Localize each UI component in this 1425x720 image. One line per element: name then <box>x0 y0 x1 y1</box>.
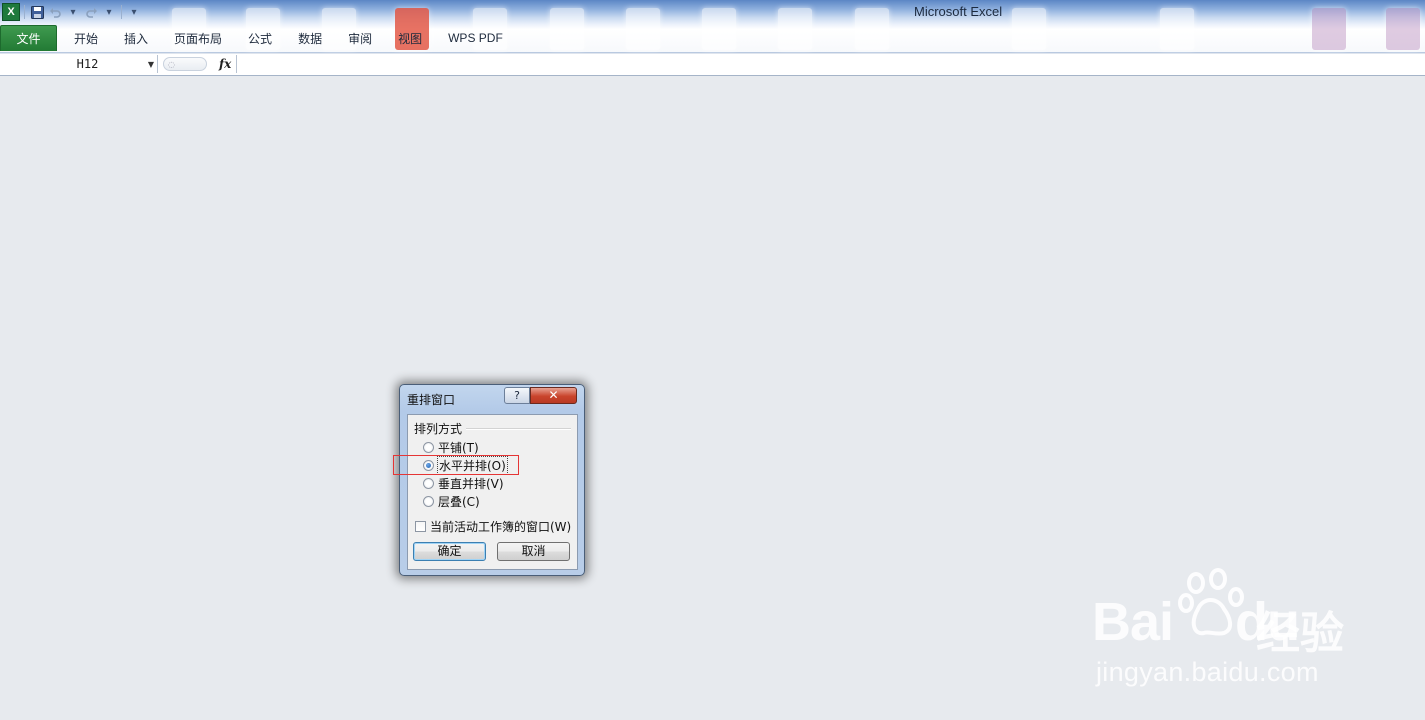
active-workbook-label: 当前活动工作簿的窗口(W) <box>430 520 572 534</box>
formula-controls: ◌ fx <box>161 55 237 73</box>
toolbar-divider <box>24 5 25 19</box>
arrange-windows-dialog: 重排窗口 ? ✕ 排列方式 平铺(T) 水平并排(O) 垂直并排(V) 层叠(C… <box>399 384 585 576</box>
option-tiled-label: 平铺(T) <box>438 441 479 455</box>
option-vertical-label: 垂直并排(V) <box>438 477 504 491</box>
tab-file[interactable]: 文件 <box>0 25 57 51</box>
dialog-body: 排列方式 平铺(T) 水平并排(O) 垂直并排(V) 层叠(C) 当前活动工作簿… <box>407 414 578 570</box>
active-workbook-option[interactable]: 当前活动工作簿的窗口(W) <box>415 518 571 535</box>
help-button[interactable]: ? <box>504 387 530 404</box>
tab-view[interactable]: 视图 <box>387 25 433 51</box>
option-tiled[interactable]: 平铺(T) <box>423 439 479 456</box>
ribbon-tabs: 文件 开始 插入 页面布局 公式 数据 审阅 视图 WPS PDF <box>0 25 514 51</box>
excel-logo-icon[interactable]: X <box>2 3 20 21</box>
ribbon-ghost-icon <box>1012 8 1046 50</box>
highlight-annotation <box>393 455 519 475</box>
undo-icon[interactable] <box>47 4 63 20</box>
customize-toolbar-icon[interactable]: ▾ <box>126 4 142 20</box>
toolbar-divider <box>121 5 122 19</box>
formula-input[interactable] <box>238 55 1423 73</box>
active-workbook-checkbox[interactable] <box>415 521 426 532</box>
tab-wps-pdf[interactable]: WPS PDF <box>437 25 514 51</box>
option-cascade-label: 层叠(C) <box>438 495 480 509</box>
ribbon-ghost-icon <box>778 8 812 50</box>
ribbon-ghost-icon <box>855 8 889 50</box>
radio-vertical[interactable] <box>423 478 434 489</box>
tab-formulas[interactable]: 公式 <box>237 25 283 51</box>
tab-home[interactable]: 开始 <box>63 25 109 51</box>
chevron-down-icon[interactable]: ▼ <box>145 60 157 69</box>
close-button[interactable]: ✕ <box>530 387 577 404</box>
cancel-button[interactable]: 取消 <box>497 542 570 561</box>
dialog-title: 重排窗口 <box>407 393 456 407</box>
tab-data[interactable]: 数据 <box>287 25 333 51</box>
paw-icon <box>1178 568 1244 636</box>
watermark-url: jingyan.baidu.com <box>1096 657 1319 687</box>
baidu-jingyan-watermark: Bai du 经验 jingyan.baidu.com <box>1090 565 1370 695</box>
name-box[interactable]: H12 ▼ <box>2 55 158 73</box>
ribbon-ghost-icon <box>1386 8 1420 50</box>
redo-dropdown-icon[interactable]: ▾ <box>101 4 117 20</box>
ribbon-ghost-icon <box>1312 8 1346 50</box>
radio-tiled[interactable] <box>423 442 434 453</box>
ribbon-ghost-icon <box>1160 8 1194 50</box>
arrange-group-label: 排列方式 <box>414 420 466 437</box>
tab-page-layout[interactable]: 页面布局 <box>163 25 233 51</box>
radio-cascade[interactable] <box>423 496 434 507</box>
ribbon-ghost-icon <box>550 8 584 50</box>
ribbon-ghost-icon <box>702 8 736 50</box>
redo-icon[interactable] <box>83 4 99 20</box>
resize-handle[interactable]: ◌ <box>163 57 207 71</box>
option-vertical[interactable]: 垂直并排(V) <box>423 475 504 492</box>
tab-insert[interactable]: 插入 <box>113 25 159 51</box>
save-icon[interactable] <box>29 4 45 20</box>
option-cascade[interactable]: 层叠(C) <box>423 493 480 510</box>
tab-review[interactable]: 审阅 <box>337 25 383 51</box>
ribbon-ghost-icon <box>626 8 660 50</box>
app-title: Microsoft Excel <box>914 4 1003 19</box>
name-box-value[interactable]: H12 <box>2 57 145 71</box>
formula-bar: H12 ▼ ◌ fx <box>0 53 1425 76</box>
title-bar: X ▾ ▾ ▾ Microsoft Excel 文件 开始 插入 页面布局 公式… <box>0 0 1425 54</box>
insert-function-icon[interactable]: fx <box>219 57 231 71</box>
ok-button[interactable]: 确定 <box>413 542 486 561</box>
quick-access-toolbar: X ▾ ▾ ▾ <box>2 3 142 21</box>
group-divider <box>466 428 571 430</box>
undo-dropdown-icon[interactable]: ▾ <box>65 4 81 20</box>
watermark-product: 经验 <box>1256 608 1344 659</box>
